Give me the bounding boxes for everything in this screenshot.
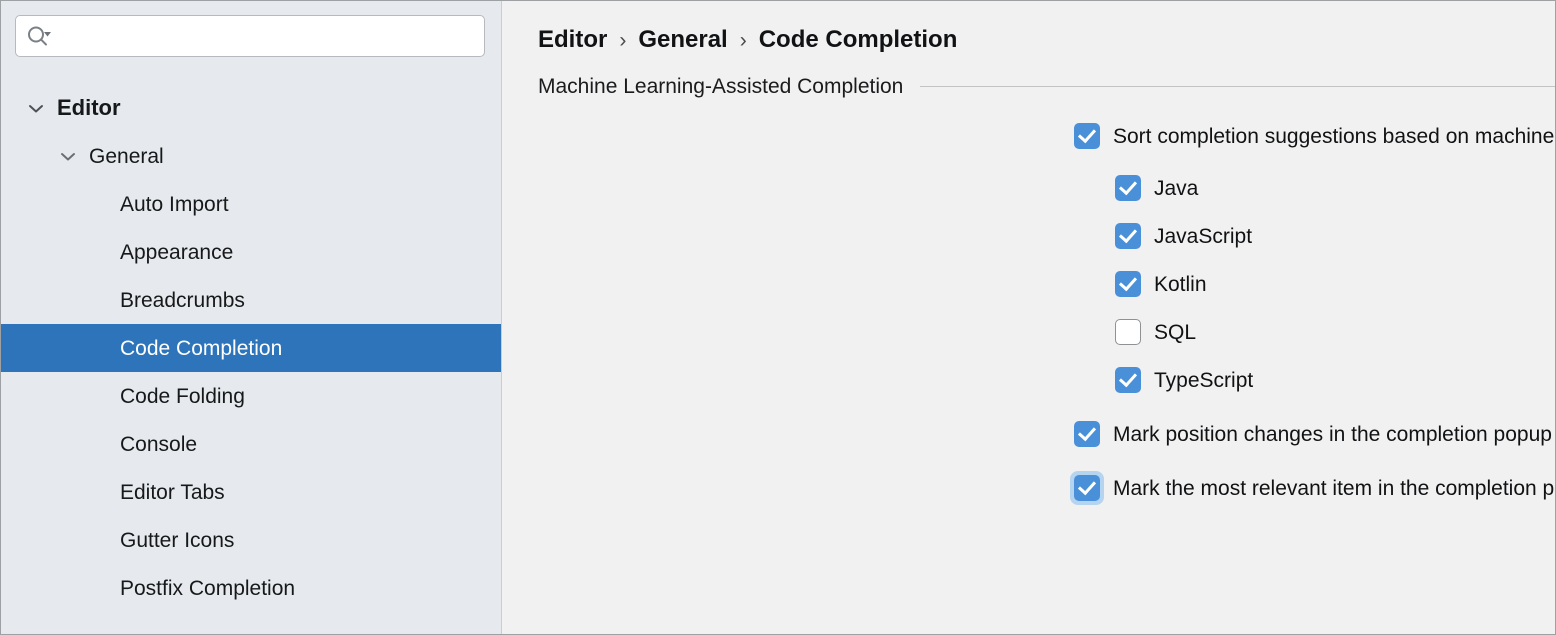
breadcrumb-item-general[interactable]: General [638, 28, 727, 52]
option-row-mark-most-relevant[interactable]: Mark the most relevant item in the compl… [502, 471, 1556, 505]
breadcrumb-separator-icon: › [619, 28, 627, 52]
option-row-javascript[interactable]: JavaScript [502, 223, 1555, 249]
sidebar-item-label: Breadcrumbs [120, 288, 245, 312]
checkbox-focus-ring [1070, 471, 1104, 505]
search-area [1, 1, 501, 57]
checkbox-kotlin[interactable] [1115, 271, 1141, 297]
sidebar-item-label: Code Folding [120, 384, 245, 408]
option-label: Mark position changes in the completion … [1113, 422, 1552, 446]
section-header: Machine Learning-Assisted Completion [502, 75, 1555, 98]
breadcrumb-item-editor[interactable]: Editor [538, 28, 607, 52]
checkbox-sort-completion[interactable] [1074, 123, 1100, 149]
option-label: SQL [1154, 320, 1197, 344]
settings-content: Editor › General › Code Completion Machi… [502, 1, 1556, 634]
option-row-java[interactable]: Java [502, 175, 1555, 201]
sidebar-item-auto-import[interactable]: Auto Import [1, 180, 501, 228]
sidebar-item-gutter-icons[interactable]: Gutter Icons [1, 516, 501, 564]
breadcrumb: Editor › General › Code Completion [502, 1, 1555, 53]
checkbox-sql[interactable] [1115, 319, 1141, 345]
sidebar-item-editor-tabs[interactable]: Editor Tabs [1, 468, 501, 516]
search-icon[interactable] [26, 25, 52, 47]
sidebar-item-label: Appearance [120, 240, 234, 264]
option-label: Mark the most relevant item in the compl… [1113, 476, 1556, 500]
chevron-down-icon[interactable] [57, 145, 79, 167]
checkbox-javascript[interactable] [1115, 223, 1141, 249]
search-input[interactable] [52, 16, 476, 56]
sidebar-item-label: Code Completion [120, 336, 283, 360]
option-row-sql[interactable]: SQL [502, 319, 1555, 345]
checkbox-java[interactable] [1115, 175, 1141, 201]
sidebar-item-breadcrumbs[interactable]: Breadcrumbs [1, 276, 501, 324]
section-divider [920, 86, 1555, 87]
language-list: Java JavaScript Kotlin SQL TypeScript [502, 175, 1555, 393]
sidebar-item-label: Console [120, 432, 198, 456]
sidebar-item-label: Editor [57, 95, 121, 120]
section-title: Machine Learning-Assisted Completion [538, 75, 904, 98]
settings-dialog: Editor General Auto Import Appearance Br… [0, 0, 1556, 635]
settings-sidebar: Editor General Auto Import Appearance Br… [1, 1, 502, 634]
option-label: TypeScript [1154, 368, 1254, 392]
sidebar-item-console[interactable]: Console [1, 420, 501, 468]
checkbox-mark-position-changes[interactable] [1074, 421, 1100, 447]
settings-tree: Editor General Auto Import Appearance Br… [1, 84, 501, 612]
option-row-sort-completion[interactable]: Sort completion suggestions based on mac… [502, 122, 1555, 150]
sidebar-item-label: Gutter Icons [120, 528, 235, 552]
search-box[interactable] [15, 15, 485, 57]
sidebar-item-general[interactable]: General [1, 132, 501, 180]
checkbox-typescript[interactable] [1115, 367, 1141, 393]
sidebar-item-label: General [89, 144, 164, 168]
sidebar-item-label: Postfix Completion [120, 576, 296, 600]
checkbox-mark-most-relevant[interactable] [1074, 475, 1100, 501]
sidebar-item-postfix-completion[interactable]: Postfix Completion [1, 564, 501, 612]
option-row-mark-position-changes[interactable]: Mark position changes in the completion … [502, 421, 1555, 447]
option-row-typescript[interactable]: TypeScript [502, 367, 1555, 393]
breadcrumb-item-code-completion: Code Completion [758, 26, 958, 53]
sidebar-item-code-completion[interactable]: Code Completion [1, 324, 501, 372]
option-label: Java [1154, 176, 1199, 200]
sidebar-item-label: Auto Import [120, 192, 229, 216]
sidebar-item-code-folding[interactable]: Code Folding [1, 372, 501, 420]
chevron-down-icon[interactable] [25, 97, 47, 119]
option-label: Sort completion suggestions based on mac… [1113, 124, 1555, 148]
sidebar-item-label: Editor Tabs [120, 480, 225, 504]
option-label: Kotlin [1154, 272, 1207, 296]
option-label: JavaScript [1154, 224, 1253, 248]
sidebar-item-appearance[interactable]: Appearance [1, 228, 501, 276]
sidebar-item-editor[interactable]: Editor [1, 84, 501, 132]
breadcrumb-separator-icon: › [739, 28, 747, 52]
option-row-kotlin[interactable]: Kotlin [502, 271, 1555, 297]
